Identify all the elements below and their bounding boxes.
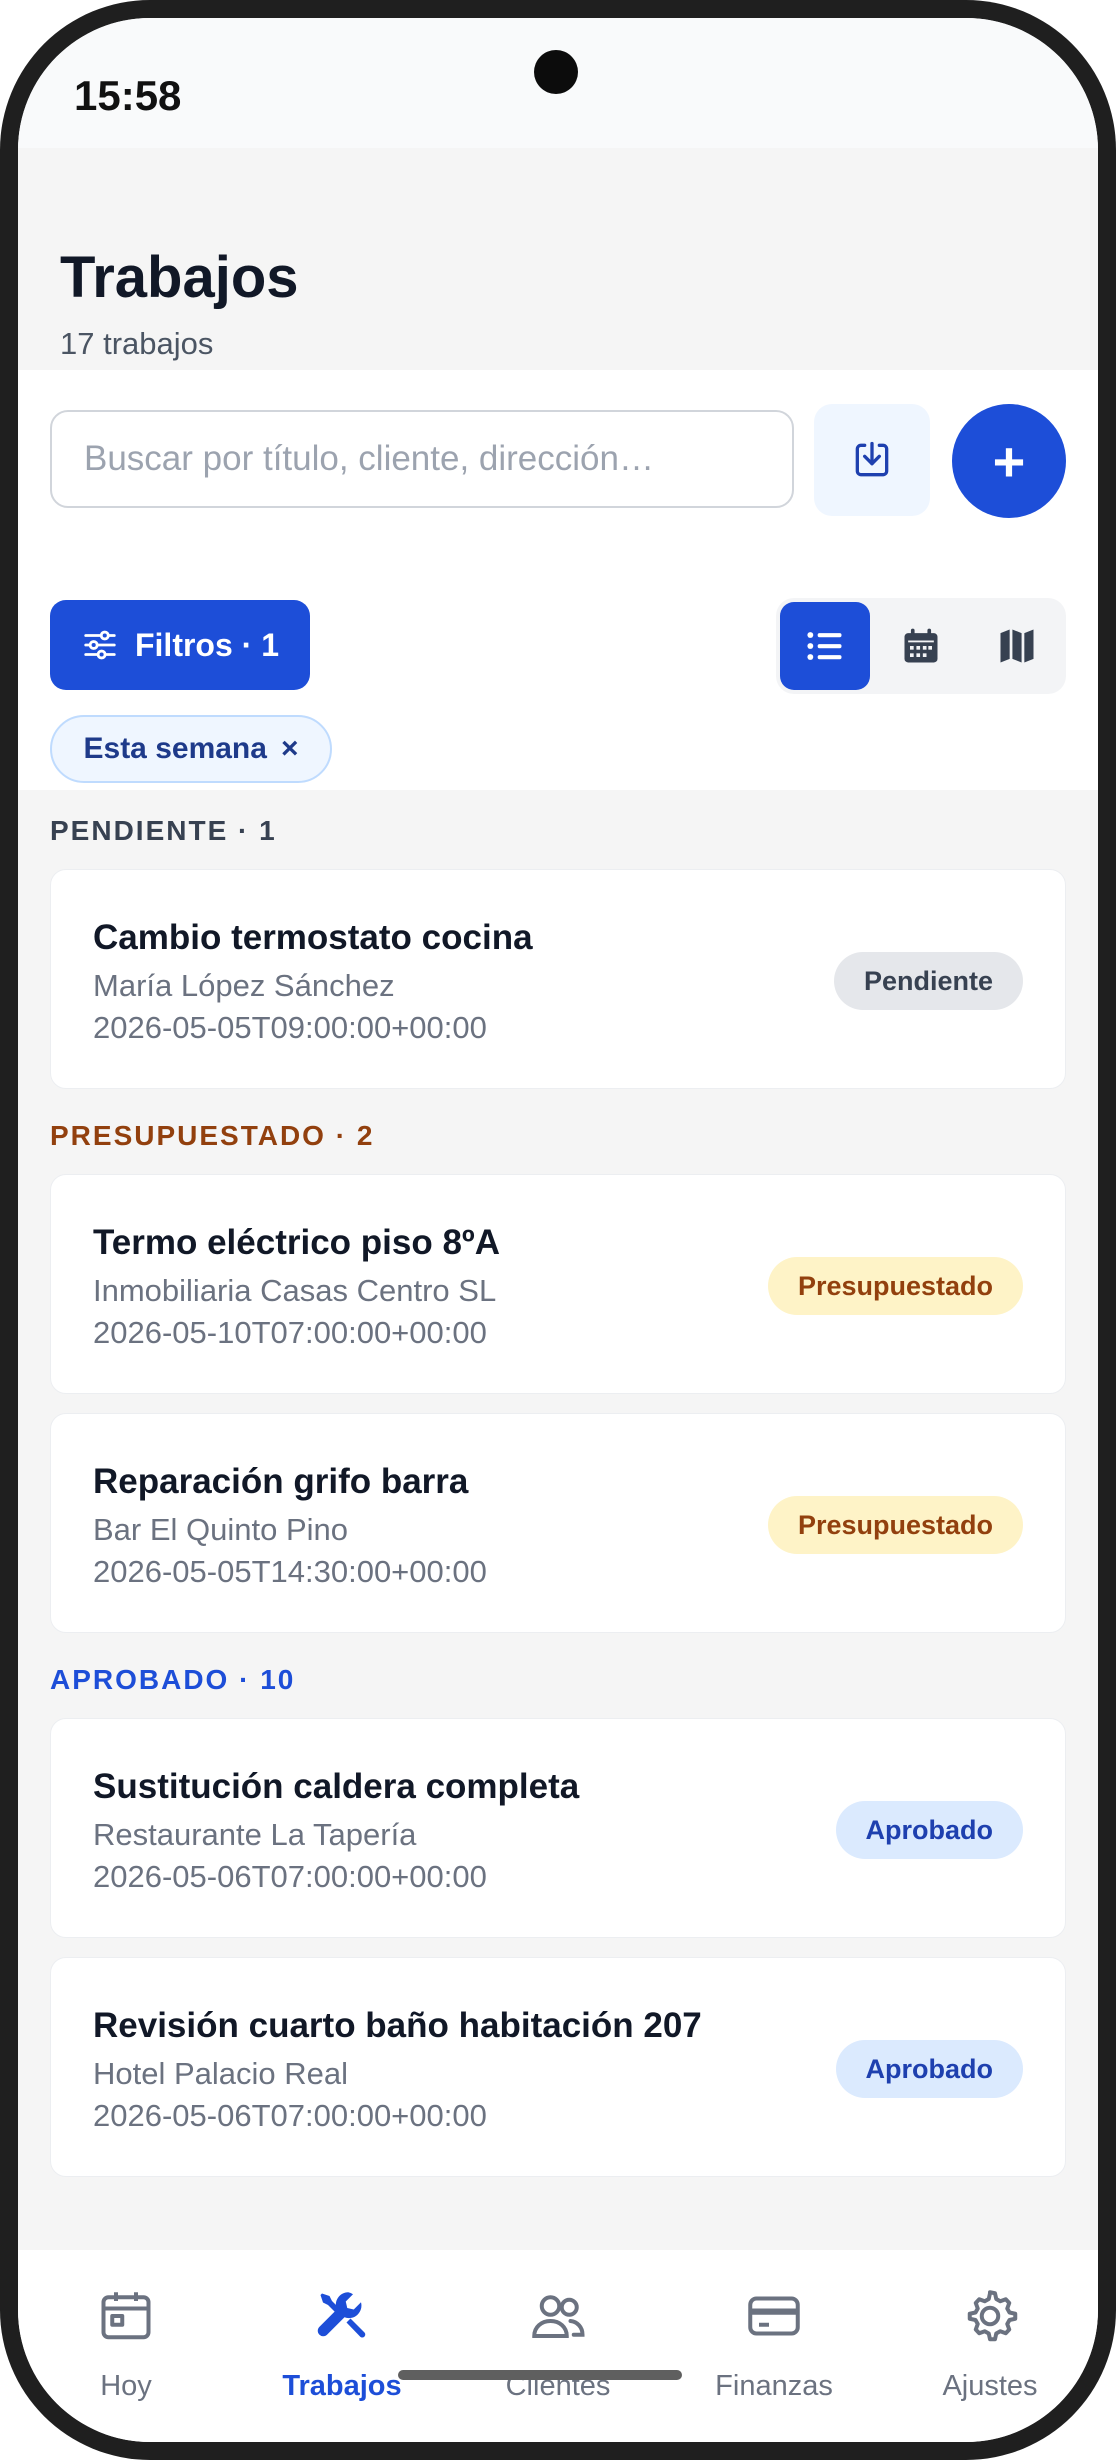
filter-chip-this-week[interactable]: Esta semana × (50, 715, 332, 783)
search-input[interactable] (50, 410, 794, 508)
gear-icon (967, 2290, 1018, 2342)
plus-icon: + (992, 429, 1026, 493)
status-time: 15:58 (74, 72, 182, 119)
job-client: María López Sánchez (93, 968, 395, 1003)
status-badge: Aprobado (835, 1801, 1023, 1859)
list-icon (807, 632, 842, 660)
close-icon[interactable]: × (281, 732, 299, 766)
job-date: 2026-05-05T09:00:00+00:00 (93, 1010, 487, 1045)
section-header-pendiente: PENDIENTE · 1 (50, 815, 277, 846)
nav-label: Finanzas (715, 2370, 833, 2402)
job-title: Reparación grifo barra (93, 1462, 469, 1501)
map-icon (1000, 629, 1034, 663)
job-card[interactable]: Termo eléctrico piso 8ºA Inmobiliaria Ca… (50, 1174, 1066, 1394)
job-card[interactable]: Sustitución caldera completa Restaurante… (50, 1718, 1066, 1938)
filters-label: Filtros · 1 (134, 626, 279, 663)
job-title: Termo eléctrico piso 8ºA (93, 1223, 500, 1262)
section-header-aprobado: APROBADO · 10 (50, 1664, 296, 1695)
job-title: Revisión cuarto baño habitación 207 (93, 2006, 702, 2045)
job-count: 17 trabajos (60, 326, 214, 361)
page-title: Trabajos (60, 245, 299, 310)
toolbar: + Filtros · 1 (18, 370, 1098, 790)
filters-button[interactable]: Filtros · 1 (50, 600, 310, 690)
job-card[interactable]: Cambio termostato cocina María López Sán… (50, 869, 1066, 1089)
view-toggle (776, 598, 1066, 694)
users-icon (532, 2295, 585, 2338)
section-header-presupuestado: PRESUPUESTADO · 2 (50, 1120, 375, 1151)
job-date: 2026-05-10T07:00:00+00:00 (93, 1315, 487, 1350)
job-date: 2026-05-06T07:00:00+00:00 (93, 2098, 487, 2133)
calendar-icon (904, 628, 938, 663)
credit-card-icon (748, 2296, 800, 2336)
sliders-icon (84, 630, 116, 660)
front-camera (534, 50, 578, 94)
view-calendar-button[interactable] (876, 602, 966, 690)
job-title: Cambio termostato cocina (93, 918, 533, 957)
job-card[interactable]: Revisión cuarto baño habitación 207 Hote… (50, 1957, 1066, 2177)
job-client: Bar El Quinto Pino (93, 1512, 349, 1547)
tools-icon (317, 2292, 366, 2338)
device-frame: 15:58 Trabajos 17 trabajos + (0, 0, 1116, 2460)
status-badge: Presupuestado (767, 1257, 1023, 1315)
job-client: Inmobiliaria Casas Centro SL (93, 1273, 497, 1308)
status-badge: Presupuestado (767, 1496, 1023, 1554)
job-client: Restaurante La Tapería (93, 1817, 417, 1852)
status-badge: Aprobado (835, 2040, 1023, 2098)
status-bar: 15:58 (18, 18, 1098, 148)
nav-item-ajustes[interactable]: Ajustes (882, 2250, 1098, 2402)
job-client: Hotel Palacio Real (93, 2056, 349, 2091)
add-job-button[interactable]: + (952, 404, 1066, 518)
chip-label: Esta semana (83, 732, 267, 765)
job-card[interactable]: Reparación grifo barra Bar El Quinto Pin… (50, 1413, 1066, 1633)
job-title: Sustitución caldera completa (93, 1767, 580, 1806)
nav-label: Ajustes (942, 2370, 1038, 2402)
nav-item-finanzas[interactable]: Finanzas (666, 2250, 882, 2402)
job-date: 2026-05-06T07:00:00+00:00 (93, 1859, 487, 1894)
job-date: 2026-05-05T14:30:00+00:00 (93, 1554, 487, 1589)
bottom-nav: Hoy Trabajos Clientes Finanzas Ajustes (18, 2250, 1098, 2442)
home-indicator[interactable] (398, 2370, 682, 2380)
download-icon (855, 441, 889, 477)
nav-item-hoy[interactable]: Hoy (18, 2250, 234, 2402)
nav-label: Hoy (100, 2370, 152, 2402)
view-map-button[interactable] (972, 602, 1062, 690)
calendar-day-icon (101, 2292, 151, 2340)
export-button[interactable] (814, 404, 930, 516)
view-list-button[interactable] (780, 602, 870, 690)
app-screen: 15:58 Trabajos 17 trabajos + (18, 18, 1098, 2442)
page-header: Trabajos 17 trabajos (18, 148, 1098, 370)
status-badge: Pendiente (833, 952, 1023, 1010)
